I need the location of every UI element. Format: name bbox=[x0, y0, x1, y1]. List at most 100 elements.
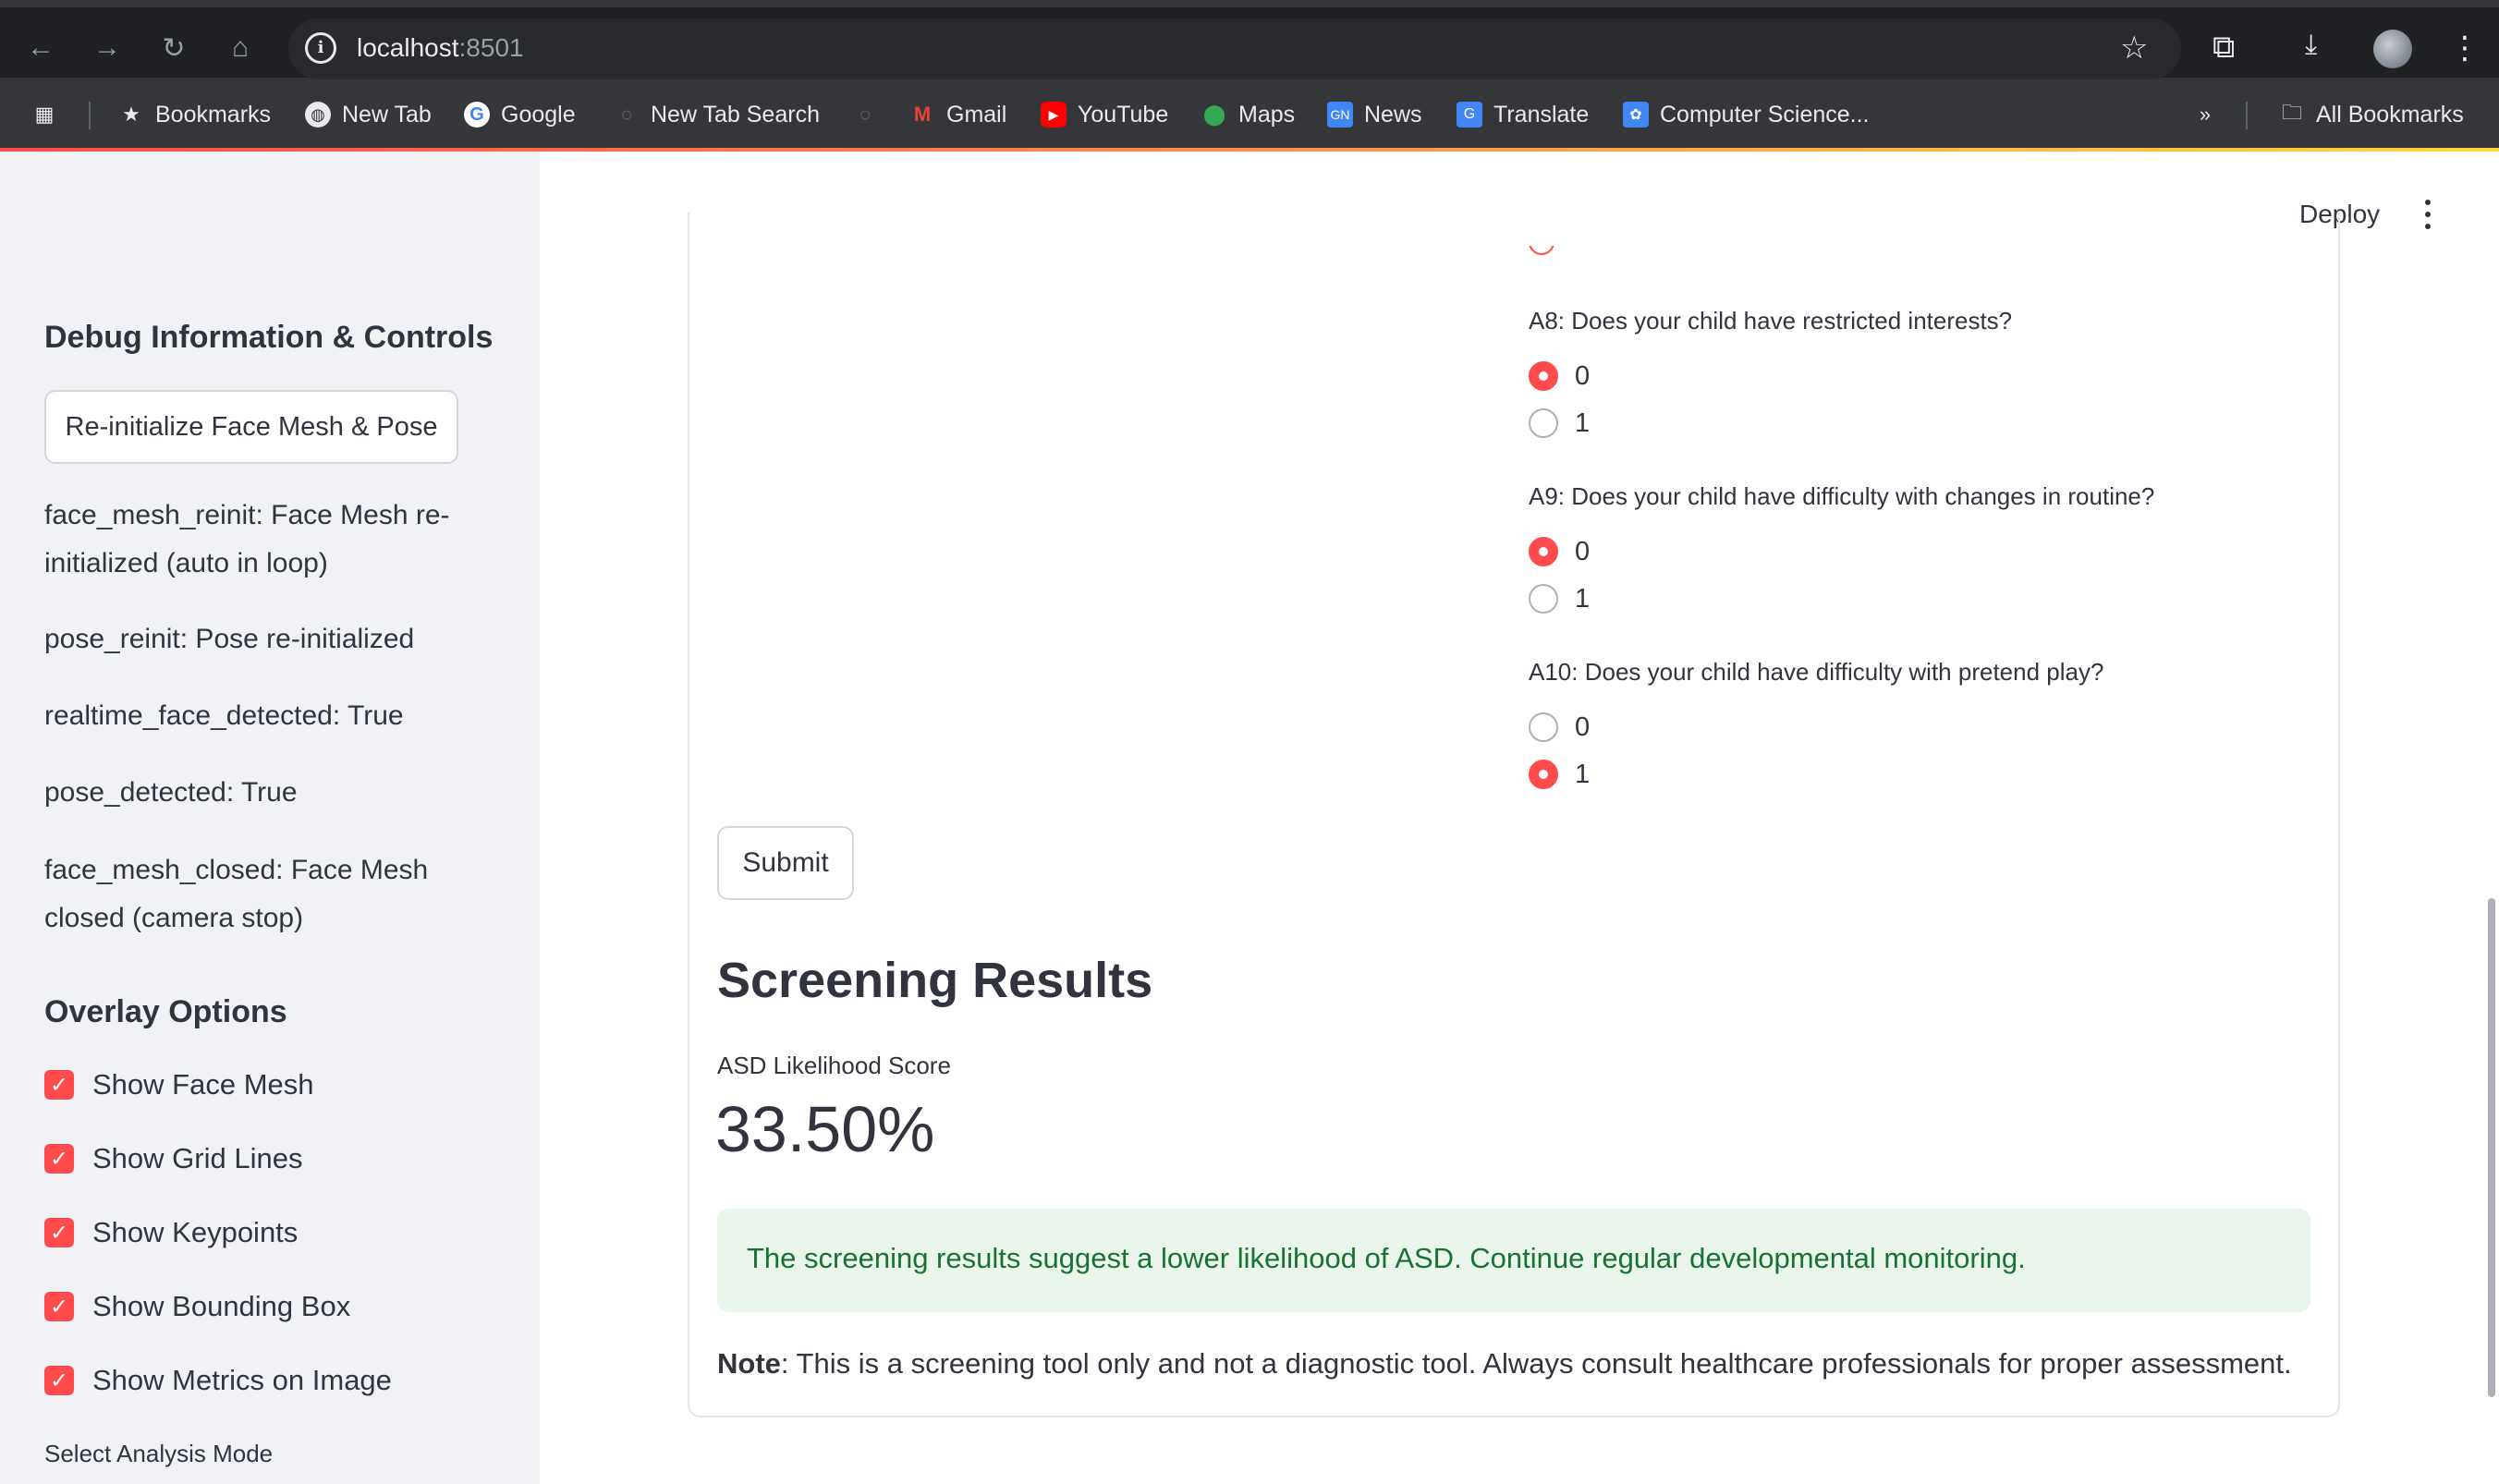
checkbox-show-keypoints[interactable]: ✓ Show Keypoints bbox=[44, 1214, 298, 1251]
radio-a9-option-0[interactable]: 0 bbox=[1529, 536, 1590, 567]
radio-label: 1 bbox=[1575, 407, 1591, 438]
submit-button[interactable]: Submit bbox=[717, 826, 854, 900]
address-bar[interactable]: i localhost:8501 bbox=[288, 18, 2181, 79]
debug-line: pose_reinit: Pose re-initialized bbox=[44, 624, 415, 654]
checkbox-label: Show Face Mesh bbox=[92, 1068, 314, 1101]
bookmark-computer-science[interactable]: ✿ Computer Science... bbox=[1623, 100, 1870, 129]
all-bookmarks[interactable]: 🗀 All Bookmarks bbox=[2279, 100, 2464, 129]
bookmark-bookmarks[interactable]: ★ Bookmarks bbox=[118, 100, 271, 129]
bookmark-translate[interactable]: G Translate bbox=[1457, 100, 1589, 129]
site-info-icon[interactable]: i bbox=[305, 32, 336, 64]
reload-icon[interactable]: ↻ bbox=[155, 30, 192, 67]
radio-selected-icon[interactable] bbox=[1529, 361, 1558, 391]
metric-value: 33.50% bbox=[715, 1093, 935, 1165]
checkbox-checked-icon[interactable]: ✓ bbox=[44, 1144, 74, 1174]
bookmarks-separator bbox=[2246, 102, 2248, 129]
checkbox-checked-icon[interactable]: ✓ bbox=[44, 1366, 74, 1395]
radio-a8-option-0[interactable]: 0 bbox=[1529, 360, 1590, 392]
star-icon: ★ bbox=[122, 103, 140, 126]
radio-unselected-icon[interactable] bbox=[1529, 584, 1558, 614]
radio-unselected-icon[interactable] bbox=[1529, 408, 1558, 438]
news-icon: GN bbox=[1327, 102, 1353, 128]
bookmark-news[interactable]: GN News bbox=[1327, 100, 1422, 129]
checkbox-checked-icon[interactable]: ✓ bbox=[44, 1218, 74, 1247]
globe-icon: ◍ bbox=[305, 102, 331, 128]
radio-a10-option-1[interactable]: 1 bbox=[1529, 759, 1590, 790]
radio-label: 0 bbox=[1575, 536, 1591, 566]
search-icon: ○ bbox=[620, 103, 633, 126]
folder-icon: 🗀 bbox=[2281, 101, 2302, 124]
extensions-icon[interactable]: ⧉ bbox=[2213, 30, 2235, 66]
google-icon: G bbox=[464, 102, 490, 128]
back-icon[interactable]: ← bbox=[22, 30, 59, 67]
debug-line: face_mesh_closed: Face Mesh closed (came… bbox=[44, 855, 429, 933]
youtube-icon: ▶ bbox=[1041, 102, 1067, 128]
more-bookmarks-icon[interactable]: » bbox=[2192, 100, 2218, 129]
home-icon[interactable]: ⌂ bbox=[222, 30, 259, 67]
question-a9-label: A9: Does your child have difficulty with… bbox=[1529, 482, 2155, 510]
bookmark-youtube[interactable]: ▶ YouTube bbox=[1041, 100, 1168, 129]
disclaimer-note: Note: This is a screening tool only and … bbox=[717, 1347, 2292, 1381]
maps-icon: ⬤ bbox=[1202, 103, 1226, 126]
radio-selected-icon[interactable] bbox=[1529, 760, 1558, 789]
checkbox-label: Show Grid Lines bbox=[92, 1142, 303, 1174]
sidebar: Debug Information & Controls Re-initiali… bbox=[0, 152, 540, 1484]
checkbox-show-face-mesh[interactable]: ✓ Show Face Mesh bbox=[44, 1066, 314, 1103]
question-a10-label: A10: Does your child have difficulty wit… bbox=[1529, 658, 2104, 686]
question-a8-label: A8: Does your child have restricted inte… bbox=[1529, 307, 2013, 335]
radio-label: 0 bbox=[1575, 712, 1591, 742]
checkbox-show-metrics-on-image[interactable]: ✓ Show Metrics on Image bbox=[44, 1362, 392, 1399]
page-scrollbar[interactable] bbox=[2488, 898, 2495, 1397]
debug-line: realtime_face_detected: True bbox=[44, 700, 404, 731]
debug-line: pose_detected: True bbox=[44, 777, 298, 808]
radio-a10-option-0[interactable]: 0 bbox=[1529, 712, 1590, 743]
success-message: The screening results suggest a lower li… bbox=[747, 1242, 2026, 1274]
overlay-heading: Overlay Options bbox=[44, 994, 287, 1029]
apps-grid-icon[interactable]: ▦ bbox=[31, 100, 57, 129]
debug-heading: Debug Information & Controls bbox=[44, 320, 494, 355]
url-text[interactable]: localhost:8501 bbox=[357, 33, 524, 63]
checkbox-show-bounding-box[interactable]: ✓ Show Bounding Box bbox=[44, 1288, 350, 1325]
radio-label: 1 bbox=[1575, 759, 1591, 789]
radio-a9-option-1[interactable]: 1 bbox=[1529, 583, 1590, 614]
radio-label: 0 bbox=[1575, 360, 1591, 391]
debug-line: face_mesh_reinit: Face Mesh re-initializ… bbox=[44, 500, 450, 578]
checkbox-checked-icon[interactable]: ✓ bbox=[44, 1292, 74, 1321]
bookmark-new-tab[interactable]: ◍ New Tab bbox=[305, 100, 432, 129]
checkbox-label: Show Metrics on Image bbox=[92, 1364, 392, 1396]
browser-toolbar: ← → ↻ ⌂ i localhost:8501 ☆ ⧉ ⤓ ⋮ bbox=[0, 7, 2499, 79]
bookmark-star-icon[interactable]: ☆ bbox=[2120, 30, 2148, 67]
radio-partial-icon bbox=[1529, 246, 1554, 255]
bookmark-new-tab-search[interactable]: ○ New Tab Search bbox=[614, 100, 820, 129]
success-alert: The screening results suggest a lower li… bbox=[717, 1209, 2310, 1312]
radio-selected-icon[interactable] bbox=[1529, 537, 1558, 566]
checkbox-show-grid-lines[interactable]: ✓ Show Grid Lines bbox=[44, 1140, 302, 1177]
profile-avatar[interactable] bbox=[2373, 30, 2412, 68]
translate-icon: G bbox=[1457, 102, 1482, 128]
radio-unselected-icon[interactable] bbox=[1529, 712, 1558, 742]
browser-menu-icon[interactable]: ⋮ bbox=[2449, 30, 2481, 67]
bookmarks-separator bbox=[89, 102, 91, 129]
bookmarks-bar: ▦ ★ Bookmarks ◍ New Tab G Google ○ New Tab S… bbox=[0, 89, 2499, 140]
gmail-icon: M bbox=[913, 103, 932, 126]
checkbox-label: Show Bounding Box bbox=[92, 1290, 351, 1322]
bookmark-blank[interactable]: ○ bbox=[852, 100, 889, 129]
forward-icon[interactable]: → bbox=[89, 30, 126, 67]
checkbox-checked-icon[interactable]: ✓ bbox=[44, 1070, 74, 1100]
cs-icon: ✿ bbox=[1623, 102, 1649, 128]
reinitialize-button[interactable]: Re-initialize Face Mesh & Pose bbox=[44, 390, 458, 464]
bookmark-google[interactable]: G Google bbox=[464, 100, 576, 129]
search-icon: ○ bbox=[859, 103, 872, 126]
radio-a8-option-1[interactable]: 1 bbox=[1529, 407, 1590, 439]
note-text: : This is a screening tool only and not … bbox=[780, 1347, 2292, 1380]
checkbox-label: Show Keypoints bbox=[92, 1216, 299, 1248]
radio-label: 1 bbox=[1575, 583, 1591, 614]
bookmark-maps[interactable]: ⬤ Maps bbox=[1201, 100, 1295, 129]
note-label: Note bbox=[717, 1347, 781, 1380]
analysis-mode-label: Select Analysis Mode bbox=[44, 1440, 274, 1467]
bookmark-gmail[interactable]: M Gmail bbox=[909, 100, 1006, 129]
metric-label: ASD Likelihood Score bbox=[717, 1052, 951, 1079]
main-menu-icon[interactable] bbox=[2414, 196, 2442, 233]
results-heading: Screening Results bbox=[717, 953, 1153, 1008]
download-icon[interactable]: ⤓ bbox=[2305, 30, 2317, 61]
